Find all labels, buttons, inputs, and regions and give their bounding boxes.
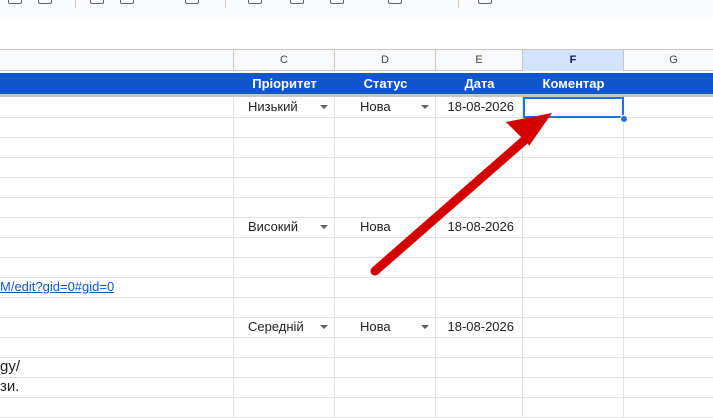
grid-line	[0, 157, 713, 158]
toolbar-icon[interactable]	[248, 0, 262, 4]
date-cell[interactable]: 18-08-2026	[436, 97, 522, 117]
status-value: Нова	[360, 219, 391, 234]
status-dropdown[interactable]: Нова	[335, 317, 435, 337]
header-status[interactable]: Статус	[335, 73, 436, 94]
column-header-c[interactable]: C	[234, 50, 335, 71]
grid-line	[0, 177, 713, 178]
toolbar-separator	[225, 0, 226, 8]
chevron-down-icon[interactable]	[421, 105, 429, 109]
toolbar-icon[interactable]	[38, 0, 52, 4]
grid-line	[0, 297, 713, 298]
spreadsheet-link[interactable]: M/edit?gid=0#gid=0	[0, 277, 114, 297]
chevron-down-icon[interactable]	[320, 325, 328, 329]
column-header-d[interactable]: D	[335, 50, 436, 71]
header-priority[interactable]: Пріоритет	[234, 73, 335, 94]
chevron-down-icon[interactable]	[320, 105, 328, 109]
priority-value: Високий	[248, 219, 299, 234]
chevron-down-icon[interactable]	[421, 225, 429, 229]
status-dropdown[interactable]: Нова	[335, 97, 435, 117]
status-value: Нова	[360, 99, 391, 114]
grid-line	[0, 137, 713, 138]
toolbar-icon[interactable]	[290, 0, 304, 4]
toolbar-icon[interactable]	[185, 0, 199, 4]
table-header-row: Пріоритет Статус Дата Коментар	[0, 73, 713, 94]
grid-line	[0, 337, 713, 338]
fill-handle[interactable]	[620, 115, 628, 123]
toolbar-icon[interactable]	[330, 0, 344, 4]
grid-line	[0, 397, 713, 398]
status-value: Нова	[360, 319, 391, 334]
header-comment[interactable]: Коментар	[523, 73, 624, 94]
date-cell[interactable]: 18-08-2026	[436, 217, 522, 237]
status-dropdown[interactable]: Нова	[335, 217, 435, 237]
column-headers: C D E F G	[0, 49, 713, 71]
toolbar-icon[interactable]	[8, 0, 22, 4]
grid-line	[0, 377, 713, 378]
toolbar-icon[interactable]	[90, 0, 104, 4]
formula-bar-area	[0, 20, 713, 49]
priority-value: Низький	[248, 99, 298, 114]
toolbar-icon[interactable]	[120, 0, 134, 4]
grid-line	[0, 237, 713, 238]
toolbar-icon[interactable]	[478, 0, 492, 4]
cell[interactable]	[0, 97, 233, 117]
priority-value: Середній	[248, 319, 304, 334]
text-cell[interactable]: gy/	[0, 357, 20, 377]
column-header-e[interactable]: E	[436, 50, 523, 71]
grid-line	[0, 357, 713, 358]
column-header-f[interactable]: F	[523, 50, 624, 71]
priority-dropdown[interactable]: Середній	[234, 317, 334, 337]
grid-line	[0, 257, 713, 258]
grid-line	[0, 197, 713, 198]
header-date[interactable]: Дата	[436, 73, 523, 94]
priority-dropdown[interactable]: Високий	[234, 217, 334, 237]
toolbar-separator	[458, 0, 459, 8]
date-cell[interactable]: 18-08-2026	[436, 317, 522, 337]
chevron-down-icon[interactable]	[421, 325, 429, 329]
text-cell[interactable]: зи.	[0, 377, 19, 397]
toolbar-icon[interactable]	[388, 0, 402, 4]
priority-dropdown[interactable]: Низький	[234, 97, 334, 117]
toolbar-separator	[75, 0, 76, 8]
sheet-grid[interactable]: Низький Нова 18-08-2026 Високий Нова 18-…	[0, 97, 713, 418]
column-header-b[interactable]	[0, 50, 234, 71]
chevron-down-icon[interactable]	[320, 225, 328, 229]
toolbar	[0, 0, 713, 20]
active-cell-selection[interactable]	[523, 97, 624, 118]
column-header-g[interactable]: G	[624, 50, 713, 71]
